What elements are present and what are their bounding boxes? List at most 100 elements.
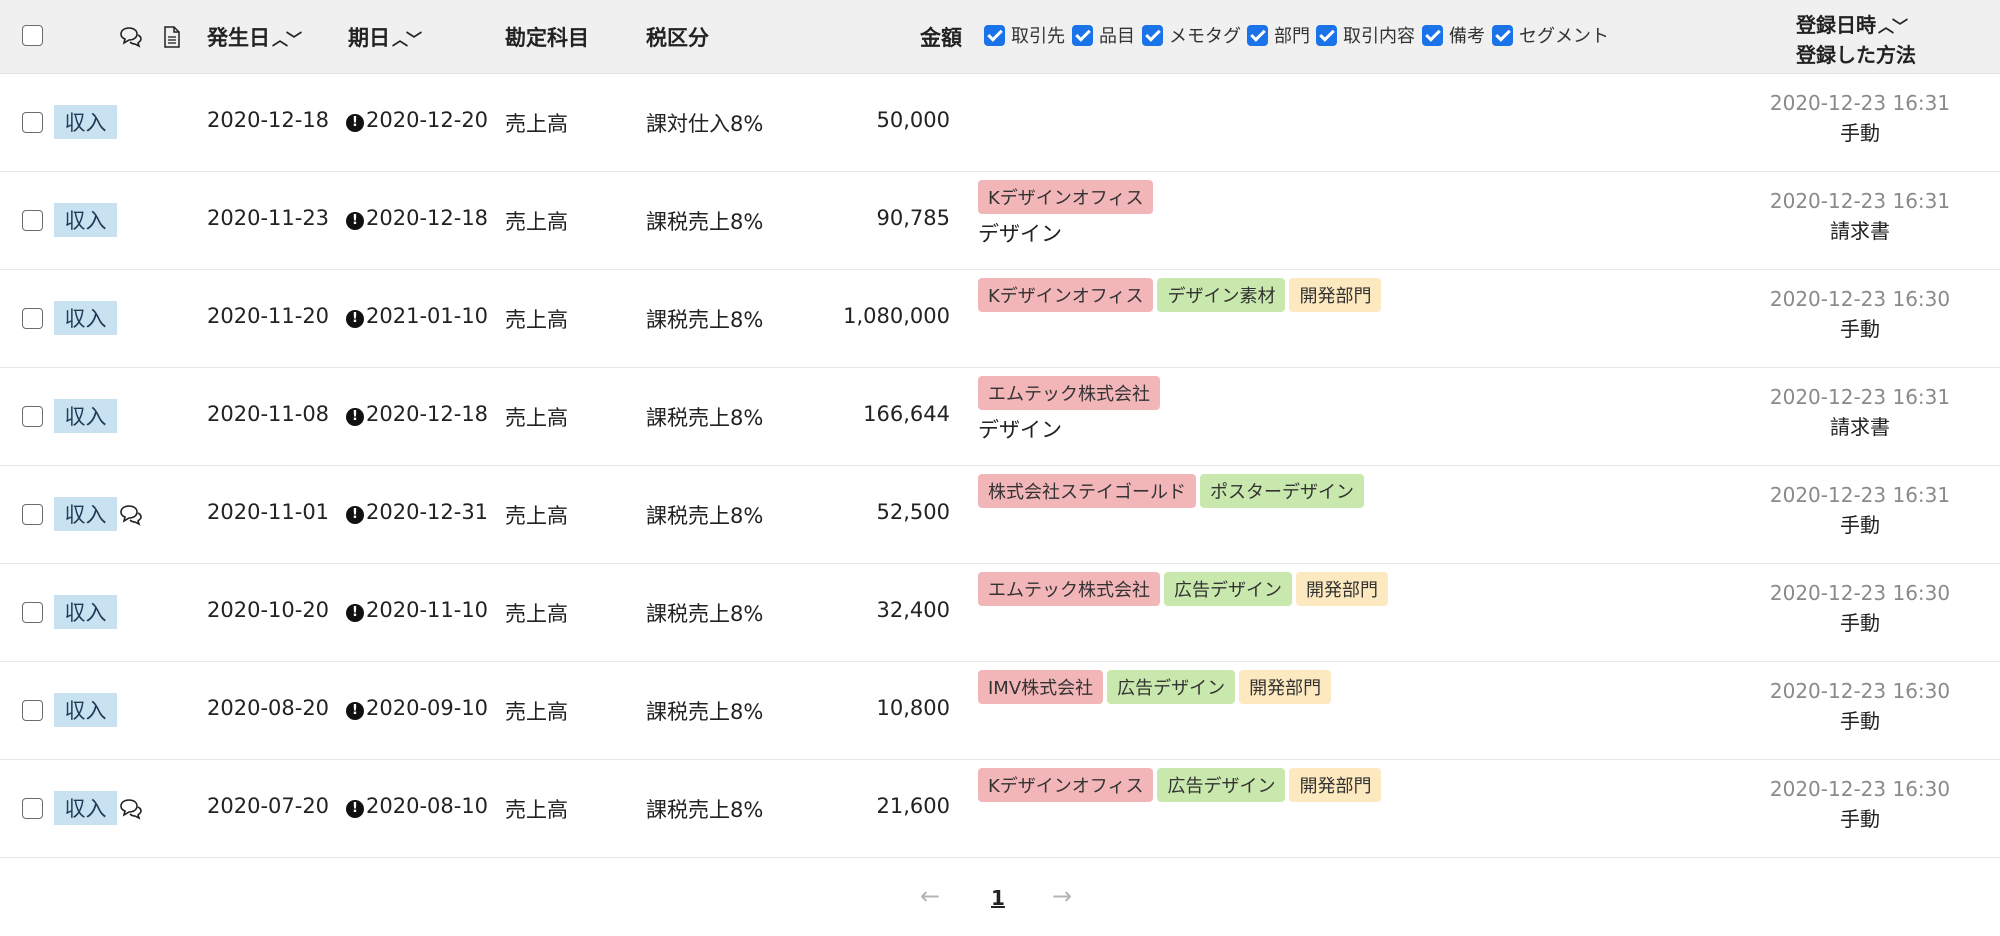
registered-datetime: 2020-12-23 16:31 — [1769, 385, 1951, 409]
checkbox-checked-icon[interactable] — [1142, 24, 1163, 46]
amount: 32,400 — [876, 598, 950, 622]
comment-icon[interactable] — [118, 26, 144, 48]
tag-item[interactable]: 広告デザイン — [1107, 670, 1236, 704]
account: 売上高 — [505, 504, 568, 528]
occurred-date-header[interactable]: 発生日 ︿﹀ — [207, 22, 302, 52]
tag-dept[interactable]: 開発部門 — [1296, 572, 1388, 606]
due-date-value: 2021-01-10 — [366, 304, 489, 328]
registration-method: 手動 — [1840, 709, 1880, 733]
tag-dept[interactable]: 開発部門 — [1289, 278, 1382, 312]
tag-item[interactable]: 広告デザイン — [1157, 768, 1286, 802]
account: 売上高 — [505, 700, 568, 724]
prev-page-button[interactable]: ← — [920, 882, 940, 910]
checkbox-checked-icon[interactable] — [1072, 24, 1093, 46]
amount: 1,080,000 — [843, 304, 950, 328]
table-row[interactable]: 収入 2020-11-01! 2020-12-31 売上高 課税売上8% 52,500 株式… — [0, 466, 2000, 564]
toggle-remarks[interactable]: 備考 — [1422, 22, 1485, 48]
account: 売上高 — [505, 308, 568, 332]
due-date-label: 期日 — [348, 26, 390, 50]
next-page-button[interactable]: → — [1052, 882, 1072, 910]
row-checkbox[interactable] — [22, 504, 43, 525]
due-date: ! 2020-12-18 — [346, 402, 488, 426]
due-date-value: 2020-12-18 — [366, 206, 489, 230]
alert-icon: ! — [346, 603, 364, 622]
due-date-header[interactable]: 期日 ︿﹀ — [348, 22, 422, 52]
tag-partner[interactable]: Kデザインオフィス — [978, 768, 1154, 802]
toggle-label: メモタグ — [1169, 26, 1241, 47]
amount: 52,500 — [876, 500, 950, 524]
sort-icon[interactable]: ︿﹀ — [272, 30, 302, 49]
tag-partner[interactable]: エムテック株式会社 — [978, 572, 1160, 606]
due-date: ! 2020-12-20 — [346, 108, 488, 132]
tag-item[interactable]: ポスターデザイン — [1200, 474, 1364, 508]
amount: 166,644 — [863, 402, 950, 426]
row-checkbox[interactable] — [22, 406, 43, 427]
row-checkbox[interactable] — [22, 112, 43, 133]
checkbox-checked-icon[interactable] — [1492, 24, 1513, 46]
comment-icon[interactable] — [118, 504, 144, 526]
tag-partner[interactable]: IMV株式会社 — [978, 670, 1104, 704]
row-checkbox[interactable] — [22, 308, 43, 329]
occurred-date: 2020-10-20 — [207, 598, 330, 622]
tag-partner[interactable]: Kデザインオフィス — [978, 180, 1154, 214]
due-date: ! 2020-09-10 — [346, 696, 488, 720]
tag-dept[interactable]: 開発部門 — [1239, 670, 1332, 704]
amount: 90,785 — [876, 206, 950, 230]
checkbox-checked-icon[interactable] — [984, 24, 1005, 46]
registration-info: 2020-12-23 16:31 請求書 — [1700, 385, 2000, 440]
checkbox-checked-icon[interactable] — [1247, 24, 1268, 46]
tag-list: Kデザインオフィス 広告デザイン 開発部門 — [978, 768, 1382, 802]
registration-info: 2020-12-23 16:31 手動 — [1700, 91, 2000, 146]
row-checkbox[interactable] — [22, 798, 43, 819]
registered-datetime: 2020-12-23 16:30 — [1769, 777, 1951, 801]
table-row[interactable]: 収入 2020-11-23! 2020-12-18 売上高 課税売上8% 90,785 Kデ… — [0, 172, 2000, 270]
document-icon[interactable] — [163, 25, 181, 49]
toggle-memo-tag[interactable]: メモタグ — [1142, 22, 1241, 48]
tag-partner[interactable]: Kデザインオフィス — [978, 278, 1154, 312]
comment-icon[interactable] — [118, 798, 144, 820]
toggle-partner[interactable]: 取引先 — [984, 22, 1065, 48]
type-badge: 収入 — [54, 399, 117, 433]
alert-icon: ! — [346, 799, 364, 818]
table-row[interactable]: 収入 2020-08-20! 2020-09-10 売上高 課税売上8% 10,800 IM… — [0, 662, 2000, 760]
tag-item[interactable]: 広告デザイン — [1164, 572, 1292, 606]
registered-datetime: 2020-12-23 16:30 — [1769, 679, 1951, 703]
table-row[interactable]: 収入 2020-12-18! 2020-12-20 売上高 課対仕入8% 50,000 20… — [0, 74, 2000, 172]
toggle-segment[interactable]: セグメント — [1492, 22, 1609, 48]
memo-text: デザイン — [978, 418, 1062, 442]
row-checkbox[interactable] — [22, 210, 43, 231]
row-checkbox[interactable] — [22, 700, 43, 721]
alert-icon: ! — [346, 113, 364, 132]
tag-partner[interactable]: 株式会社ステイゴールド — [978, 474, 1196, 508]
toggle-transaction-content[interactable]: 取引内容 — [1316, 22, 1415, 48]
toggle-label: 取引先 — [1011, 26, 1065, 47]
toggle-department[interactable]: 部門 — [1247, 22, 1310, 48]
row-checkbox[interactable] — [22, 602, 43, 623]
occurred-date: 2020-07-20 — [207, 794, 330, 818]
table-row[interactable]: 収入 2020-11-20! 2021-01-10 売上高 課税売上8% 1,080,00… — [0, 270, 2000, 368]
sort-icon[interactable]: ︿﹀ — [1878, 17, 1908, 36]
registration-method: 請求書 — [1830, 219, 1890, 243]
occurred-date: 2020-11-20 — [207, 304, 330, 328]
tag-dept[interactable]: 開発部門 — [1289, 768, 1382, 802]
tag-list: エムテック株式会社 — [978, 376, 1160, 410]
table-row[interactable]: 収入 2020-11-08! 2020-12-18 売上高 課税売上8% 166,644 エ… — [0, 368, 2000, 466]
table-row[interactable]: 収入 2020-07-20! 2020-08-10 売上高 課税売上8% 21,600 Kデ… — [0, 760, 2000, 858]
select-all-checkbox[interactable] — [22, 25, 43, 46]
checkbox-checked-icon[interactable] — [1422, 24, 1443, 46]
toggle-item[interactable]: 品目 — [1072, 22, 1135, 48]
registration-method: 手動 — [1840, 513, 1880, 537]
account: 売上高 — [505, 112, 568, 136]
account: 売上高 — [505, 798, 568, 822]
registered-header[interactable]: 登録日時 ︿﹀ — [1796, 9, 1908, 38]
pagination: ← 1 → — [0, 882, 2000, 916]
tag-partner[interactable]: エムテック株式会社 — [978, 376, 1160, 410]
sort-icon[interactable]: ︿﹀ — [392, 30, 422, 49]
current-page-link[interactable]: 1 — [991, 886, 1005, 910]
type-badge: 収入 — [54, 301, 117, 335]
checkbox-checked-icon[interactable] — [1316, 24, 1337, 46]
method-header: 登録した方法 — [1796, 43, 1916, 67]
table-row[interactable]: 収入 2020-10-20! 2020-11-10 売上高 課税売上8% 32,400 エム… — [0, 564, 2000, 662]
tax-category: 課税売上8% — [646, 406, 764, 430]
tag-item[interactable]: デザイン素材 — [1157, 278, 1286, 312]
